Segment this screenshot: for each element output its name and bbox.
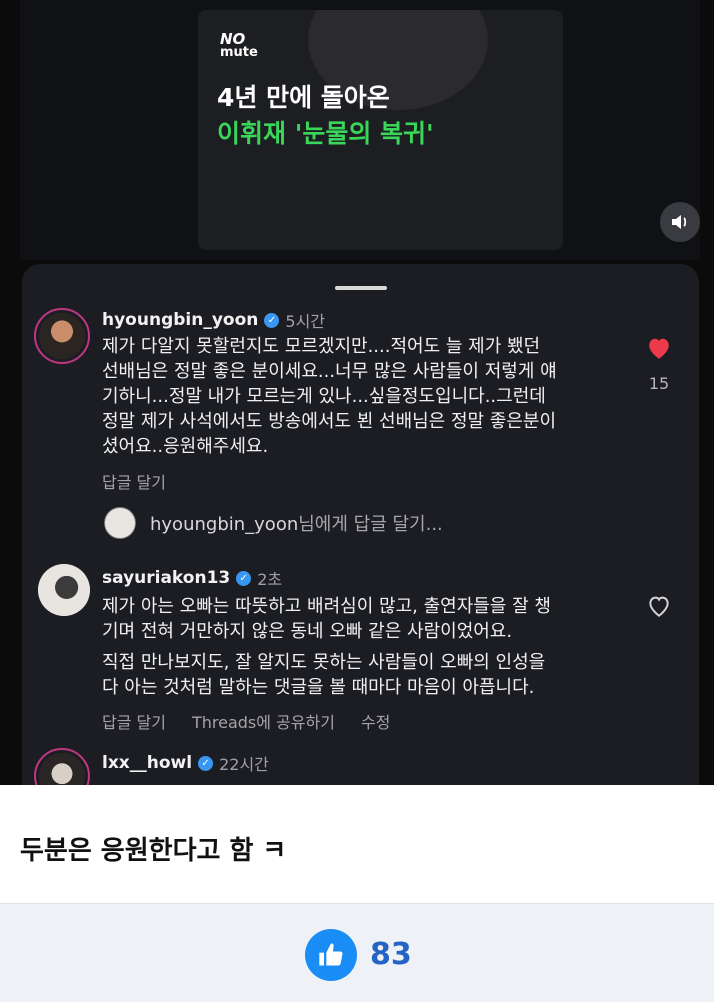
speaker-icon [672,215,687,229]
verified-icon: ✓ [236,570,252,586]
like-control: 15 [641,336,677,393]
verified-icon: ✓ [264,312,280,328]
edit-button[interactable]: 수정 [361,709,390,733]
comment-time: 2초 [257,570,283,589]
reply-avatar [104,507,136,539]
reply-button[interactable]: 답글 달기 [102,709,166,733]
avatar[interactable] [34,308,90,364]
comment-actions: 답글 달기 Threads에 공유하기 수정 [102,709,390,733]
username[interactable]: sayuriakon13 [102,568,230,588]
comment-header: sayuriakon13 ✓ 2초 [102,566,282,590]
nomute-logo: NO mute [220,32,258,60]
comment-time: 5시간 [285,312,326,331]
comment-text: 제가 아는 오빠는 따뜻하고 배려심이 많고, 출연자들을 잘 챙 기며 전혀 … [102,596,551,642]
thumbs-up-icon [319,943,343,966]
video-headline-line1: 4년 만에 돌아온 [217,83,390,112]
reply-prompt-suffix: 님에게 답글 달기... [298,514,443,535]
logo-text-top: NO [220,30,246,48]
post-caption: 두분은 응원한다고 함 ㅋ [20,836,287,866]
comment-text: 제가 다알지 못할런지도 모르겠지만....적어도 늘 제가 뵀던 선배님은 정… [102,336,557,457]
drag-handle[interactable] [335,286,387,290]
avatar[interactable] [38,564,90,616]
like-count: 15 [648,374,670,393]
comment-actions: 답글 달기 [102,469,166,493]
reply-input-placeholder[interactable]: hyoungbin_yoon님에게 답글 달기... [150,510,443,536]
comment-header: hyoungbin_yoon ✓ 5시간 [102,308,325,332]
username[interactable]: hyoungbin_yoon [102,310,258,330]
comment-time: 22시간 [219,755,269,774]
username[interactable]: lxx__howl [102,753,192,773]
reply-button[interactable]: 답글 달기 [102,469,166,493]
verified-icon: ✓ [198,755,214,771]
recommend-count: 83 [370,937,412,972]
screenshot-image: NO mute 4년 만에 돌아온 이휘재 '눈물의 복귀' hyoungbin… [0,0,714,785]
like-control [641,594,677,622]
video-headline-line2: 이휘재 '눈물의 복귀' [217,119,434,148]
comment-header: lxx__howl ✓ 22시간 [102,751,269,775]
heart-filled-icon[interactable] [646,336,672,360]
avatar[interactable] [34,748,90,785]
share-threads-button[interactable]: Threads에 공유하기 [192,709,335,733]
sound-toggle-button[interactable] [660,202,700,242]
reply-prompt[interactable]: hyoungbin_yoon님에게 답글 달기... [104,507,443,539]
video-player[interactable]: NO mute 4년 만에 돌아온 이휘재 '눈물의 복귀' [20,0,700,260]
logo-text-bottom: mute [220,45,258,60]
recommend-button[interactable] [305,929,357,981]
post-footer: 83 [0,903,714,1002]
comments-sheet: hyoungbin_yoon ✓ 5시간 제가 다알지 못할런지도 모르겠지만.… [22,264,699,785]
comment-text-paragraph-2: 직접 만나보지도, 잘 알지도 못하는 사람들이 오빠의 인성을 다 아는 것처… [102,652,546,698]
post-body: 두분은 응원한다고 함 ㅋ [0,785,714,903]
heart-outline-icon[interactable] [646,594,672,618]
reply-target-username: hyoungbin_yoon [150,514,299,535]
